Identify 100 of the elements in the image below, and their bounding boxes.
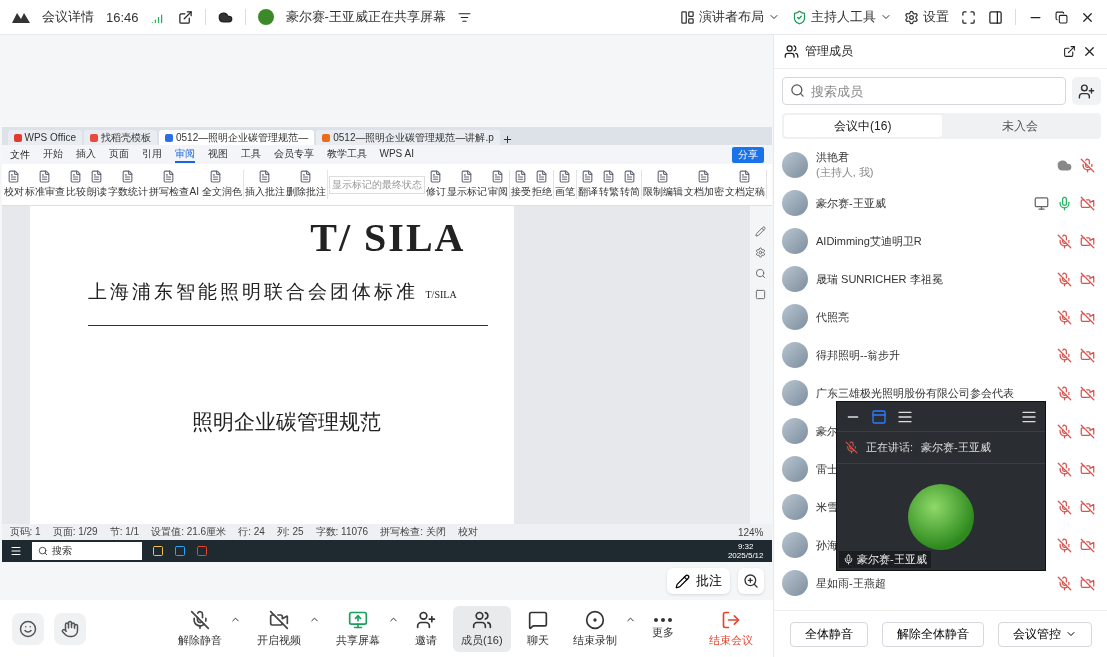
window-view-icon[interactable]	[871, 408, 887, 425]
menu-tab[interactable]: 视图	[207, 146, 228, 163]
ribbon-button[interactable]: 字数统计	[107, 170, 148, 199]
tab-label: WPS Office	[24, 132, 76, 143]
document-icon	[491, 170, 505, 183]
document-icon	[121, 170, 134, 183]
menu-tab[interactable]: 开始	[42, 146, 63, 163]
member-role: (主持人, 我)	[816, 165, 875, 180]
status-text: 校对	[457, 525, 478, 539]
ribbon-button[interactable]: 校对	[3, 170, 24, 199]
menu-tab[interactable]: 插入	[75, 146, 96, 163]
mic-muted-icon[interactable]	[845, 441, 858, 454]
members-icon	[471, 609, 492, 630]
external-link-icon[interactable]	[177, 9, 193, 25]
ribbon-button[interactable]: 转简	[619, 170, 640, 199]
ribbon-button[interactable]: 拒绝	[531, 170, 552, 199]
emoji-button[interactable]	[12, 612, 44, 645]
document-icon	[656, 170, 670, 183]
meeting-details-link[interactable]: 会议详情	[42, 8, 94, 26]
menu-tab[interactable]: 工具	[240, 146, 261, 163]
menu-tab[interactable]: 页面	[108, 146, 129, 163]
ribbon-button[interactable]: 限制编辑	[642, 170, 683, 199]
taskbar-search[interactable]: 搜索	[31, 542, 142, 560]
ribbon-button[interactable]: 接受	[510, 170, 531, 199]
speaking-label: 正在讲话:	[866, 440, 914, 455]
menu-tab[interactable]: WPS AI	[379, 146, 414, 163]
member-name: 米雪	[816, 499, 839, 515]
ribbon-button[interactable]: 比较	[65, 170, 86, 199]
toolbar-button[interactable]: 解除静音	[170, 605, 230, 652]
search-label: 搜索	[51, 544, 72, 558]
avatar-placeholder	[782, 228, 808, 254]
document-icon	[162, 170, 175, 183]
zoom-in-button[interactable]	[737, 568, 764, 594]
menu-tab[interactable]: 引用	[141, 146, 162, 163]
sidebar-toggle-icon[interactable]	[988, 9, 1003, 25]
end-meeting-button[interactable]: 结束会议	[701, 605, 761, 652]
add-member-button[interactable]	[1072, 77, 1101, 105]
panel-button[interactable]: 解除全体静音	[881, 621, 984, 647]
ribbon-button[interactable]: 翻译	[577, 170, 598, 199]
annotate-button[interactable]: 批注	[666, 568, 730, 594]
panel-button[interactable]: 全体静音	[789, 621, 868, 647]
app-logo-icon	[12, 11, 30, 23]
toolbar-button[interactable]: 成员(16)	[453, 605, 511, 652]
search-icon[interactable]	[755, 268, 766, 279]
toolbar-button[interactable]: 共享屏幕	[328, 605, 388, 652]
ribbon-button[interactable]: 删除批注	[285, 170, 326, 199]
menu-tab[interactable]: 会员专享	[273, 146, 314, 163]
member-name: 豪尔赛-王亚威	[816, 195, 887, 211]
document-tab[interactable]: WPS Office	[7, 130, 82, 145]
ribbon-button[interactable]: 拼写检查	[148, 170, 189, 199]
ribbon-button[interactable]: 显示标记	[446, 170, 487, 199]
toolbar-button[interactable]: 邀请	[407, 605, 445, 652]
ribbon-button[interactable]: 文档加密	[683, 170, 724, 199]
pencil-icon[interactable]	[755, 226, 766, 237]
new-tab-icon[interactable]	[501, 134, 513, 145]
search-field[interactable]: 搜索成员	[782, 77, 1066, 105]
toolbar-button[interactable]: 开启视频	[249, 605, 309, 652]
member-tab[interactable]: 会议中(16)	[784, 115, 942, 137]
toolbar-button[interactable]: 更多	[643, 613, 682, 644]
raise-hand-button[interactable]	[54, 612, 86, 645]
square-icon[interactable]	[755, 289, 766, 300]
ribbon-button[interactable]: 转繁	[598, 170, 619, 199]
toolbar-button[interactable]: 聊天	[518, 605, 557, 652]
ribbon-button[interactable]: 审阅	[487, 170, 508, 199]
status-text: 页码: 1	[9, 525, 41, 539]
panel-button[interactable]: 会议管控	[997, 621, 1092, 647]
menu-tab[interactable]: 教学工具	[326, 146, 367, 163]
document-icon	[209, 170, 223, 183]
app-icon	[322, 133, 331, 142]
settings-icon[interactable]	[755, 247, 766, 258]
toolbar-button[interactable]: 设置	[904, 8, 949, 26]
menu-icon[interactable]	[457, 10, 471, 24]
ribbon-button[interactable]: 画笔	[554, 170, 575, 199]
fullscreen-icon[interactable]	[961, 9, 976, 25]
menu-tab[interactable]: 审阅	[174, 146, 195, 163]
ribbon-button[interactable]: 插入批注	[244, 170, 285, 199]
close-icon[interactable]	[1082, 44, 1097, 59]
ribbon-button[interactable]: 朗读	[86, 170, 107, 199]
member-tab[interactable]: 未入会	[941, 115, 1099, 137]
ribbon-button[interactable]: 标准审查	[24, 170, 65, 199]
ribbon-button[interactable]: 修订	[425, 170, 446, 199]
pop-out-icon[interactable]	[1063, 45, 1076, 58]
restore-icon[interactable]	[1055, 10, 1068, 24]
avatar-placeholder	[782, 342, 808, 368]
cloud-recording-icon[interactable]	[217, 9, 233, 25]
clock-time: 9:32	[737, 542, 754, 551]
status-text: 设置值: 21.6厘米	[151, 525, 227, 539]
exit-icon	[721, 609, 741, 630]
file-menu[interactable]: 文件	[9, 147, 30, 162]
document-icon	[258, 170, 272, 183]
share-button[interactable]: 分享	[731, 146, 764, 163]
organization-code: T/SILA	[425, 289, 457, 300]
ribbon-button[interactable]: 文档定稿	[724, 170, 765, 199]
toolbar-button[interactable]: 主持人工具	[792, 8, 892, 26]
ribbon-button[interactable]: AI 全文润色	[189, 170, 242, 199]
toolbar-button[interactable]: 演讲者布局	[680, 8, 780, 26]
hand-icon	[61, 619, 79, 638]
toolbar-button[interactable]: 结束录制	[564, 605, 625, 652]
document-tab[interactable]: 找稻壳模板	[84, 130, 157, 145]
avatar-placeholder	[782, 152, 808, 178]
